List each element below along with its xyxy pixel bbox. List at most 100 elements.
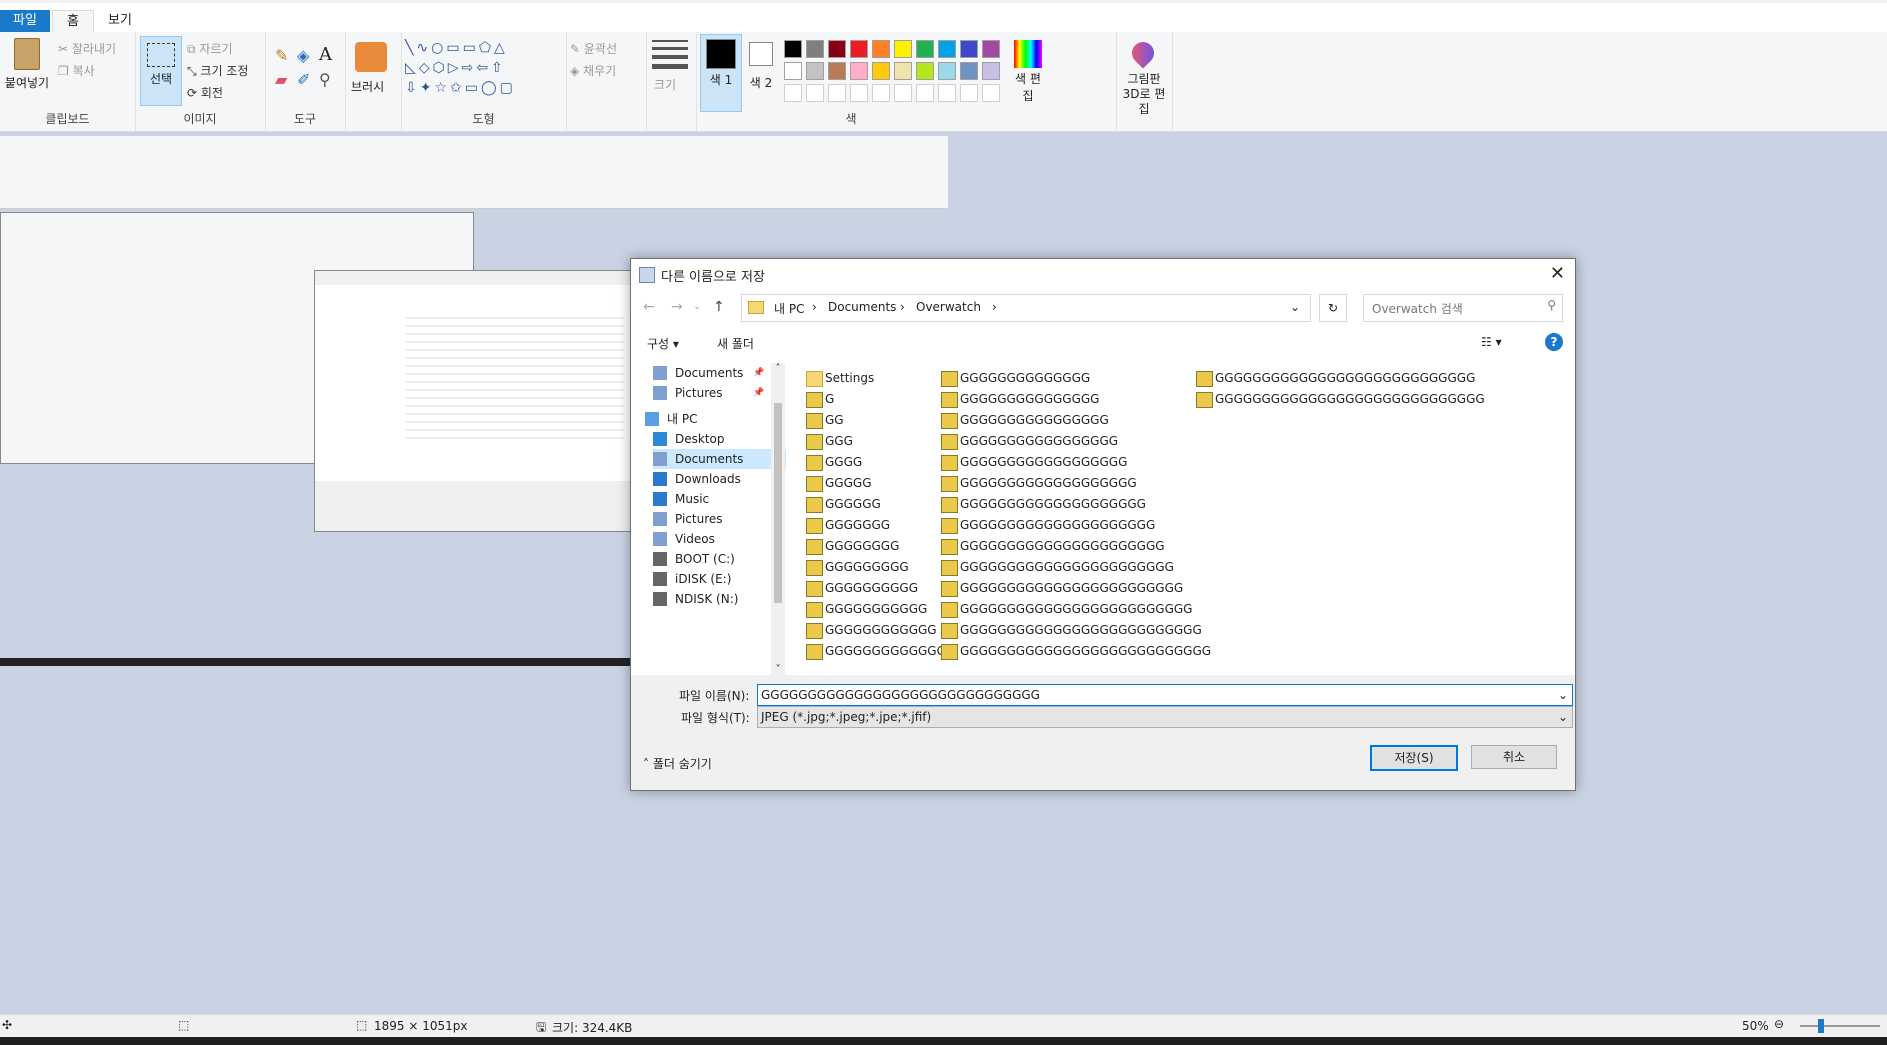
color-swatch[interactable]: [828, 40, 846, 58]
color1-button[interactable]: 색 1: [700, 34, 742, 112]
nav-item-music[interactable]: Music: [653, 489, 786, 509]
edit-colors-button[interactable]: 색 편집: [1010, 40, 1046, 104]
refresh-button[interactable]: ↻: [1319, 294, 1347, 322]
save-button[interactable]: 저장(S): [1370, 745, 1458, 771]
custom-color-slot[interactable]: [982, 84, 1000, 102]
resize-button[interactable]: ⤡ 크기 조정: [187, 62, 248, 79]
hide-folders-button[interactable]: ˄ 폴더 숨기기: [643, 755, 712, 772]
scroll-down-icon[interactable]: ˅: [771, 664, 785, 675]
chevron-down-icon[interactable]: ⌄: [1558, 707, 1568, 727]
color-swatch[interactable]: [982, 62, 1000, 80]
color-swatch[interactable]: [850, 40, 868, 58]
crop-button[interactable]: ⧉ 자르기: [187, 40, 233, 57]
nav-item-downloads[interactable]: Downloads: [653, 469, 786, 489]
tab-home[interactable]: 홈: [52, 10, 94, 33]
paint3d-group[interactable]: 그림판 3D로 편집: [1116, 32, 1173, 131]
tab-view[interactable]: 보기: [100, 10, 140, 32]
breadcrumb-documents[interactable]: Documents: [828, 300, 896, 314]
zoom-out-button[interactable]: ⊖: [1774, 1017, 1784, 1031]
color-swatch[interactable]: [938, 40, 956, 58]
nav-item-videos[interactable]: Videos: [653, 529, 786, 549]
custom-color-slot[interactable]: [784, 84, 802, 102]
help-icon[interactable]: ?: [1545, 333, 1563, 351]
color-picker-icon[interactable]: ✐: [297, 70, 310, 89]
pencil-icon[interactable]: ✎: [275, 46, 288, 65]
custom-color-slot[interactable]: [960, 84, 978, 102]
nav-scrollbar[interactable]: ˄ ˅: [771, 363, 785, 675]
color-swatch[interactable]: [872, 62, 890, 80]
eraser-icon[interactable]: ▰: [275, 70, 287, 89]
nav-item-pictures[interactable]: Pictures: [653, 509, 786, 529]
chevron-down-icon[interactable]: ⌄: [1290, 300, 1300, 314]
paste-button[interactable]: 붙여넣기: [4, 38, 50, 98]
address-bar[interactable]: 내 PC › Documents › Overwatch › ⌄: [741, 294, 1311, 322]
search-input[interactable]: Overwatch 검색 ⚲: [1363, 294, 1563, 322]
nav-item-boot-drive[interactable]: BOOT (C:): [653, 549, 786, 569]
custom-color-slot[interactable]: [872, 84, 890, 102]
fill-icon[interactable]: ◈: [297, 46, 309, 65]
size-group[interactable]: 크기: [646, 32, 697, 131]
color-swatch[interactable]: [850, 62, 868, 80]
color-swatch[interactable]: [916, 40, 934, 58]
nav-item-desktop[interactable]: Desktop: [653, 429, 786, 449]
color-swatch[interactable]: [806, 62, 824, 80]
nav-item-documents[interactable]: Documents: [653, 449, 786, 469]
fill-button[interactable]: ◈ 채우기: [570, 62, 616, 79]
color-swatch[interactable]: [916, 62, 934, 80]
pin-icon[interactable]: 📌: [753, 363, 764, 383]
scroll-thumb[interactable]: [774, 403, 782, 603]
brushes-group[interactable]: 브러시: [345, 32, 402, 131]
nav-item-documents[interactable]: Documents 📌: [653, 363, 786, 383]
color-palette[interactable]: [784, 40, 1000, 102]
color2-button[interactable]: 색 2: [744, 34, 778, 110]
chevron-down-icon[interactable]: ⌄: [1558, 685, 1568, 705]
tab-file[interactable]: 파일: [0, 10, 50, 32]
nav-item-ndisk-drive[interactable]: NDISK (N:): [653, 589, 786, 609]
select-button[interactable]: 선택: [140, 36, 182, 106]
custom-color-slot[interactable]: [850, 84, 868, 102]
color-swatch[interactable]: [894, 62, 912, 80]
color-swatch[interactable]: [784, 62, 802, 80]
new-folder-button[interactable]: 새 폴더: [717, 335, 754, 352]
color-swatch[interactable]: [960, 62, 978, 80]
color-swatch[interactable]: [872, 40, 890, 58]
shapes-gallery[interactable]: ╲∿○▭▭⬠△ ◺◇⬡▷⇨⇦⇧ ⇩✦☆✩▭◯▢: [405, 38, 555, 98]
color-swatch[interactable]: [982, 40, 1000, 58]
nav-item-idisk-drive[interactable]: iDISK (E:): [653, 569, 786, 589]
color-swatch[interactable]: [784, 40, 802, 58]
cut-button[interactable]: ✂ 잘라내기: [58, 40, 116, 57]
breadcrumb-pc[interactable]: 내 PC: [774, 300, 804, 317]
custom-color-slot[interactable]: [916, 84, 934, 102]
up-icon[interactable]: ↑: [713, 299, 725, 315]
forward-icon[interactable]: →: [671, 299, 683, 315]
custom-color-slot[interactable]: [828, 84, 846, 102]
filename-input[interactable]: GGGGGGGGGGGGGGGGGGGGGGGGGGGGGG ⌄: [757, 684, 1573, 706]
custom-color-slot[interactable]: [806, 84, 824, 102]
filetype-select[interactable]: JPEG (*.jpg;*.jpeg;*.jpe;*.jfif) ⌄: [757, 706, 1573, 728]
breadcrumb-overwatch[interactable]: Overwatch: [916, 300, 981, 314]
color-swatch[interactable]: [828, 62, 846, 80]
back-icon[interactable]: ←: [643, 299, 655, 315]
view-options-icon[interactable]: ☷ ▾: [1481, 335, 1502, 349]
nav-item-this-pc[interactable]: 내 PC: [645, 409, 783, 429]
pin-icon[interactable]: 📌: [753, 383, 764, 403]
magnifier-icon[interactable]: ⚲: [319, 70, 331, 89]
color-swatch[interactable]: [894, 40, 912, 58]
scroll-up-icon[interactable]: ˄: [771, 363, 785, 374]
color-swatch[interactable]: [806, 40, 824, 58]
nav-item-pictures[interactable]: Pictures 📌: [653, 383, 786, 403]
zoom-slider[interactable]: [1800, 1019, 1880, 1033]
outline-button[interactable]: ✎ 윤곽선: [570, 40, 617, 57]
custom-color-slot[interactable]: [938, 84, 956, 102]
close-icon[interactable]: ✕: [1550, 263, 1565, 284]
copy-button[interactable]: ❐ 복사: [58, 62, 95, 79]
text-icon[interactable]: A: [319, 44, 332, 65]
color-swatch[interactable]: [960, 40, 978, 58]
rotate-button[interactable]: ⟳ 회전: [187, 84, 223, 101]
cancel-button[interactable]: 취소: [1471, 745, 1557, 769]
chevron-down-icon[interactable]: ⌄: [693, 301, 701, 312]
color-swatch[interactable]: [938, 62, 956, 80]
organize-button[interactable]: 구성 ▾: [647, 335, 679, 352]
custom-color-slot[interactable]: [894, 84, 912, 102]
zoom-slider-thumb[interactable]: [1818, 1019, 1824, 1033]
